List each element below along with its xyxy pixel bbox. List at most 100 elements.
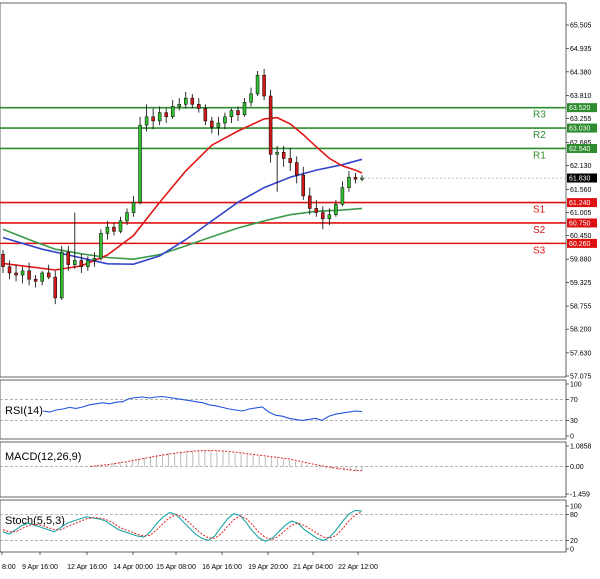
candle-body: [353, 176, 358, 180]
time-tick-label: 19 Apr 20:00: [248, 564, 288, 571]
price-tick-label: 57.075: [570, 374, 592, 381]
price-tick-label: 61.560: [570, 187, 592, 194]
price-tick-label: 57.630: [570, 350, 592, 357]
candle-body: [229, 110, 234, 118]
candle-body: [138, 124, 142, 203]
candle-body: [177, 104, 181, 107]
candle-body: [321, 212, 325, 220]
sub-tick-label: 1.0858: [570, 444, 592, 451]
time-tick-label: 9 Apr 16:00: [22, 564, 58, 571]
level-label-r3: R3: [533, 110, 546, 121]
candle-body: [164, 112, 168, 118]
time-tick-label: 12 Apr 16:00: [67, 564, 107, 571]
candle-body: [327, 214, 332, 220]
candle-body: [308, 195, 312, 209]
candle-body: [301, 174, 306, 197]
sub-tick-label: 0: [570, 434, 574, 441]
candle-body: [33, 278, 38, 282]
current-price-label: 61.830: [569, 176, 591, 183]
candle-body: [1, 253, 5, 267]
candle-body: [262, 74, 266, 97]
candle-body: [294, 162, 299, 176]
stoch-panel-frame: [0, 499, 567, 553]
time-tick-label: 14 Apr 00:00: [113, 564, 153, 571]
level-badge-text-r3: 63.520: [569, 105, 591, 112]
candle-body: [144, 116, 149, 126]
price-tick-label: 62.130: [570, 163, 592, 170]
level-badge-text-s1: 61.240: [569, 200, 591, 207]
candle-body: [216, 122, 221, 128]
time-tick-label: 22 Apr 12:00: [338, 564, 378, 571]
sub-tick-label: 80: [570, 512, 578, 519]
candle-body: [281, 151, 286, 159]
level-label-r1: R1: [533, 150, 546, 161]
price-tick-label: 59.880: [570, 257, 592, 264]
candle-body: [27, 270, 31, 280]
sub-tick-label: 20: [570, 538, 578, 545]
time-tick-label: 8:00: [2, 564, 16, 571]
candle-body: [46, 272, 51, 278]
candle-body: [340, 187, 345, 205]
candle-body: [203, 108, 208, 122]
level-badge-text-s2: 60.750: [569, 220, 591, 227]
candle-body: [249, 93, 253, 103]
price-tick-label: 63.255: [570, 116, 592, 123]
candle-body: [66, 251, 71, 265]
sub-tick-label: 100: [570, 504, 582, 511]
candle-body: [190, 97, 195, 105]
level-badge-text-r1: 62.540: [569, 146, 591, 153]
level-label-s2: S2: [533, 225, 546, 236]
candle-body: [360, 177, 364, 180]
candle-body: [40, 272, 44, 282]
candle-body: [20, 270, 25, 276]
candle-body: [151, 116, 155, 122]
price-tick-label: 65.505: [570, 23, 592, 30]
sub-tick-label: 70: [570, 397, 578, 404]
price-chart: 65.50564.93564.38063.81063.25562.68562.1…: [0, 2, 597, 571]
macd-panel-frame: [0, 441, 567, 498]
candle-body: [334, 203, 338, 215]
candle-body: [288, 158, 292, 163]
candle-body: [170, 106, 175, 118]
candle-body: [112, 226, 116, 232]
candle-body: [79, 260, 84, 267]
candle-body: [92, 258, 97, 261]
candle-body: [255, 74, 260, 95]
level-label-s3: S3: [533, 245, 546, 256]
candle-body: [275, 151, 279, 155]
level-badge-text-r2: 63.030: [569, 126, 591, 133]
time-tick-label: 21 Apr 04:00: [293, 564, 333, 571]
panel-frames: [0, 2, 567, 553]
candle-body: [53, 276, 57, 299]
sub-tick-label: 0.00: [570, 464, 584, 471]
sub-tick-label: -1.459: [570, 492, 590, 499]
sub-tick-label: 100: [570, 382, 582, 389]
candle-body: [105, 226, 110, 234]
candle-body: [73, 260, 77, 265]
candle-body: [197, 104, 201, 109]
price-tick-label: 59.325: [570, 280, 592, 287]
macd-title: MACD(12,26,9): [5, 451, 81, 463]
sub-tick-label: 0: [570, 547, 574, 554]
price-tick-label: 58.200: [570, 327, 592, 334]
level-label-s1: S1: [533, 205, 546, 216]
time-axis: 8:00 9 Apr 16:00 12 Apr 16:00 14 Apr 00:00 1…: [1, 552, 378, 571]
sub-tick-label: 30: [570, 418, 578, 425]
level-badge-text-s3: 60.260: [569, 241, 591, 248]
candle-body: [347, 176, 351, 188]
candle-body: [242, 101, 247, 115]
rsi-title: RSI(14): [5, 405, 43, 417]
main-panel-frame: [0, 2, 567, 378]
candle-body: [118, 220, 123, 232]
time-tick-label: 16 Apr 16:00: [202, 564, 242, 571]
candle-body: [236, 110, 240, 115]
candle-body: [210, 120, 214, 128]
rsi-panel-frame: [0, 379, 567, 440]
candle-body: [157, 112, 162, 122]
price-tick-label: 63.810: [570, 93, 592, 100]
candle-body: [314, 208, 319, 213]
candle-body: [7, 266, 12, 274]
price-tick-label: 58.755: [570, 304, 592, 311]
time-tick-label: 15 Apr 08:00: [156, 564, 196, 571]
candle-body: [223, 116, 227, 124]
